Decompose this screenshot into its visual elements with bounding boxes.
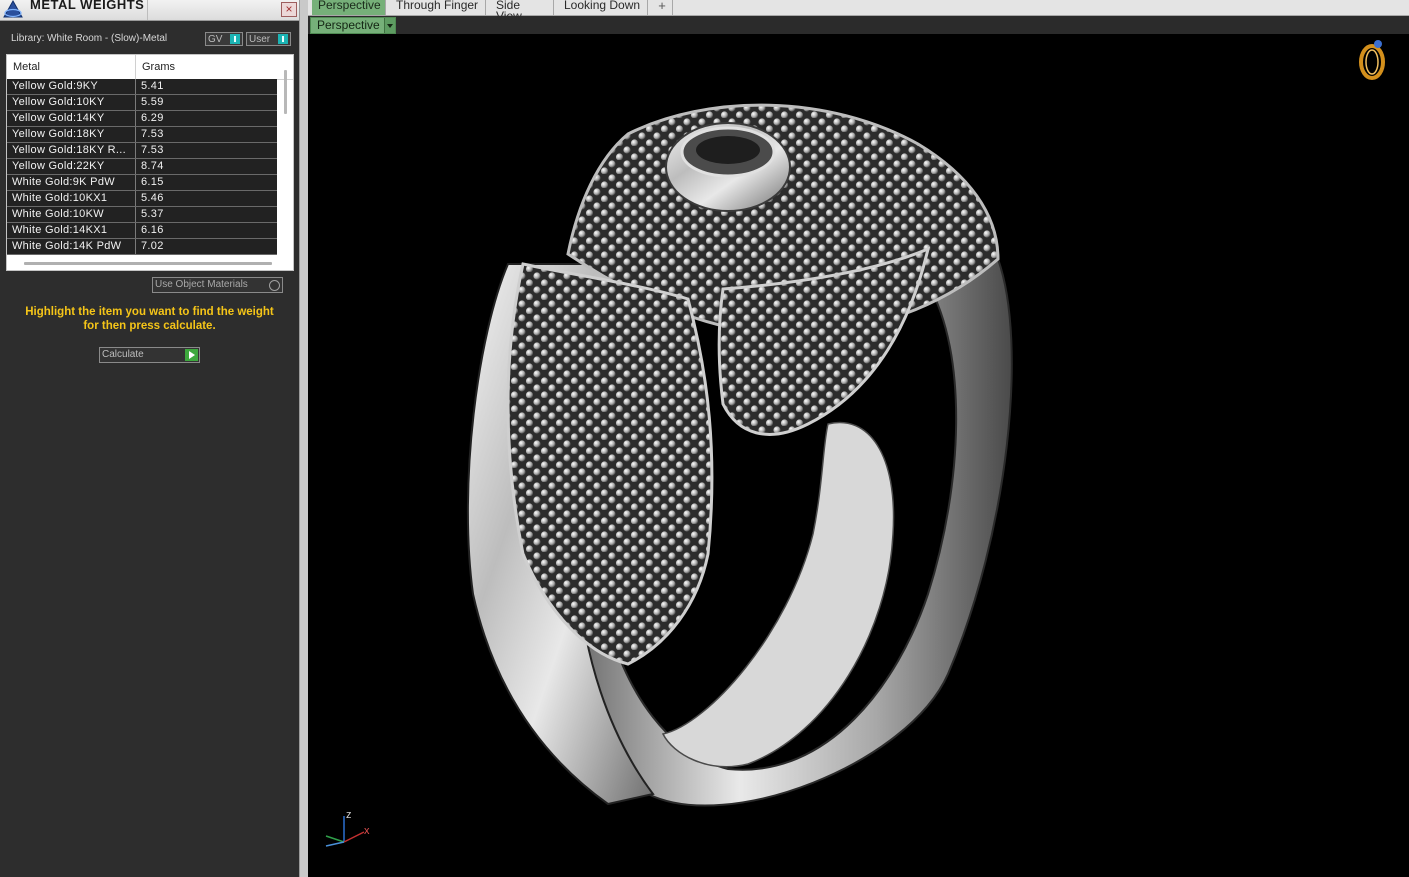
view-mode-label: Perspective — [317, 18, 380, 32]
column-header-grams[interactable]: Grams — [142, 61, 175, 73]
cell-divider — [135, 159, 136, 174]
play-arrow-icon[interactable] — [185, 349, 198, 361]
table-row[interactable]: Yellow Gold:18KY R... 7.53 — [7, 143, 277, 159]
radio-icon[interactable] — [269, 280, 280, 291]
metal-cell: White Gold:14KX1 — [12, 224, 108, 236]
table-row[interactable]: White Gold:14KX1 6.16 — [7, 223, 277, 239]
tab-through-finger[interactable]: Through Finger — [390, 0, 486, 15]
cell-divider — [135, 95, 136, 110]
close-button[interactable]: × — [281, 2, 297, 17]
grams-cell: 7.53 — [141, 144, 164, 156]
app-logo-icon — [3, 0, 23, 18]
metal-cell: White Gold:9K PdW — [12, 176, 115, 188]
table-row[interactable]: White Gold:10KX1 5.46 — [7, 191, 277, 207]
cell-divider — [135, 79, 136, 94]
grams-cell: 5.41 — [141, 80, 164, 92]
grams-cell: 8.74 — [141, 160, 164, 172]
gv-toggle-label: GV — [208, 34, 223, 45]
cell-divider — [135, 175, 136, 190]
instruction-line-2: for then press calculate. — [83, 320, 216, 332]
metal-cell: Yellow Gold:18KY — [12, 128, 105, 140]
instruction-text: Highlight the item you want to find the … — [10, 305, 289, 333]
calculate-button[interactable]: Calculate — [99, 347, 200, 363]
tab-looking-down[interactable]: Looking Down — [558, 0, 648, 15]
metal-cell: Yellow Gold:22KY — [12, 160, 105, 172]
table-body: Yellow Gold:9KY 5.41 Yellow Gold:10KY 5.59… — [7, 79, 277, 255]
panel-title: METAL WEIGHTS — [30, 0, 145, 12]
cell-divider — [135, 127, 136, 142]
view-tab-bar: Perspective Through Finger Side View Loo… — [308, 0, 1409, 22]
add-tab-button[interactable]: + — [652, 0, 673, 15]
user-toggle[interactable]: User — [246, 32, 291, 46]
calculate-label: Calculate — [102, 349, 144, 360]
column-divider[interactable] — [135, 55, 136, 79]
grams-cell: 6.29 — [141, 112, 164, 124]
table-row[interactable]: Yellow Gold:10KY 5.59 — [7, 95, 277, 111]
metal-cell: Yellow Gold:9KY — [12, 80, 99, 92]
user-toggle-label: User — [249, 34, 271, 45]
toggle-indicator-icon — [278, 34, 288, 44]
axis-z-label: z — [346, 809, 352, 821]
table-row[interactable]: White Gold:14K PdW 7.02 — [7, 239, 277, 255]
table-row[interactable]: Yellow Gold:9KY 5.41 — [7, 79, 277, 95]
tab-side-view[interactable]: Side View — [490, 0, 554, 22]
cell-divider — [135, 207, 136, 222]
metal-cell: White Gold:14K PdW — [12, 240, 122, 252]
cell-divider — [135, 143, 136, 158]
cell-divider — [135, 111, 136, 126]
use-object-materials-option[interactable]: Use Object Materials — [152, 277, 283, 293]
axis-x-label: x — [364, 825, 370, 837]
grams-cell: 5.59 — [141, 96, 164, 108]
table-row[interactable]: White Gold:10KW 5.37 — [7, 207, 277, 223]
grams-cell: 7.02 — [141, 240, 164, 252]
tab-perspective[interactable]: Perspective — [312, 0, 386, 15]
grams-cell: 5.46 — [141, 192, 164, 204]
table-header: Metal Grams — [7, 55, 293, 80]
ring-model[interactable] — [308, 34, 1409, 877]
grams-cell: 5.37 — [141, 208, 164, 220]
table-row[interactable]: White Gold:9K PdW 6.15 — [7, 175, 277, 191]
plus-icon: + — [658, 0, 666, 13]
table-row[interactable]: Yellow Gold:22KY 8.74 — [7, 159, 277, 175]
title-separator — [147, 0, 148, 20]
instruction-line-1: Highlight the item you want to find the … — [25, 306, 274, 318]
metal-cell: Yellow Gold:10KY — [12, 96, 105, 108]
grams-cell: 6.16 — [141, 224, 164, 236]
grams-cell: 7.53 — [141, 128, 164, 140]
metal-cell: Yellow Gold:14KY — [12, 112, 105, 124]
grams-cell: 6.15 — [141, 176, 164, 188]
gv-toggle[interactable]: GV — [205, 32, 243, 46]
panel-splitter[interactable] — [299, 0, 308, 877]
metal-weights-panel: METAL WEIGHTS × Library: White Room - (S… — [0, 0, 299, 877]
view-mode-dropdown[interactable]: Perspective — [310, 17, 396, 34]
table-vertical-scrollbar[interactable] — [284, 70, 287, 114]
cell-divider — [135, 239, 136, 254]
close-icon: × — [285, 2, 293, 16]
use-object-materials-label: Use Object Materials — [155, 279, 248, 290]
metal-cell: White Gold:10KX1 — [12, 192, 108, 204]
metal-cell: Yellow Gold:18KY R... — [12, 144, 126, 156]
table-row[interactable]: Yellow Gold:18KY 7.53 — [7, 127, 277, 143]
library-label: Library: White Room - (Slow)-Metal — [11, 33, 168, 44]
column-header-metal[interactable]: Metal — [13, 61, 40, 73]
table-horizontal-scrollbar[interactable] — [24, 262, 272, 265]
ring-icon[interactable] — [1354, 34, 1394, 82]
dropdown-arrow-icon[interactable] — [384, 18, 395, 33]
table-row[interactable]: Yellow Gold:14KY 6.29 — [7, 111, 277, 127]
metal-table[interactable]: Metal Grams Yellow Gold:9KY 5.41 Yellow G… — [6, 54, 294, 271]
panel-title-bar: METAL WEIGHTS × — [0, 0, 299, 21]
cell-divider — [135, 191, 136, 206]
axis-gizmo-icon: z x — [325, 809, 370, 847]
3d-viewport[interactable]: z x — [308, 34, 1409, 877]
cell-divider — [135, 223, 136, 238]
toggle-indicator-icon — [230, 34, 240, 44]
metal-cell: White Gold:10KW — [12, 208, 104, 220]
